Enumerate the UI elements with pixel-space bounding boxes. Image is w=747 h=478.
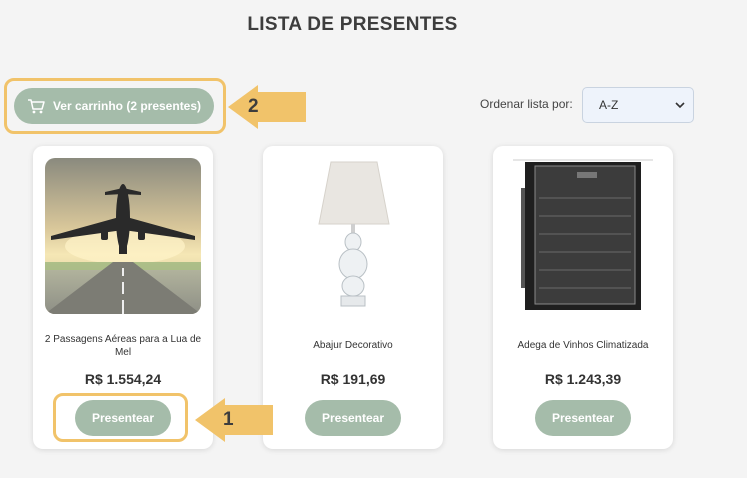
annotation-number-1: 1: [223, 409, 234, 430]
view-cart-label: Ver carrinho (2 presentes): [52, 99, 202, 113]
product-price: R$ 1.243,39: [544, 371, 622, 387]
chevron-down-icon: [675, 99, 685, 113]
lamp-image: [275, 158, 431, 314]
cart-icon: [27, 98, 45, 114]
gift-highlight-frame: [53, 393, 188, 442]
sort-select[interactable]: A-Z: [582, 87, 694, 123]
annotation-arrow-2: 2: [228, 85, 306, 129]
annotation-number-2: 2: [248, 96, 259, 117]
airplane-image: [45, 158, 201, 314]
product-card: Adega de Vinhos Climatizada R$ 1.243,39 …: [493, 146, 673, 449]
gift-button[interactable]: Presentear: [535, 400, 631, 436]
product-price: R$ 1.554,24: [84, 371, 162, 387]
view-cart-button[interactable]: Ver carrinho (2 presentes): [14, 88, 214, 124]
product-card: Abajur Decorativo R$ 191,69 Presentear: [263, 146, 443, 449]
product-price: R$ 191,69: [320, 371, 386, 387]
sort-label: Ordenar lista por:: [480, 97, 573, 111]
product-name: Adega de Vinhos Climatizada: [517, 340, 649, 351]
page-title: LISTA DE PRESENTES: [247, 14, 458, 35]
product-name: Abajur Decorativo: [313, 340, 393, 351]
sort-selected-value: A-Z: [599, 98, 619, 112]
product-name: 2 Passagens Aéreas para a Lua de Mel: [44, 334, 202, 358]
wine-cooler-image: [505, 158, 661, 314]
annotation-arrow-1: 1: [195, 398, 273, 442]
gift-button[interactable]: Presentear: [305, 400, 401, 436]
